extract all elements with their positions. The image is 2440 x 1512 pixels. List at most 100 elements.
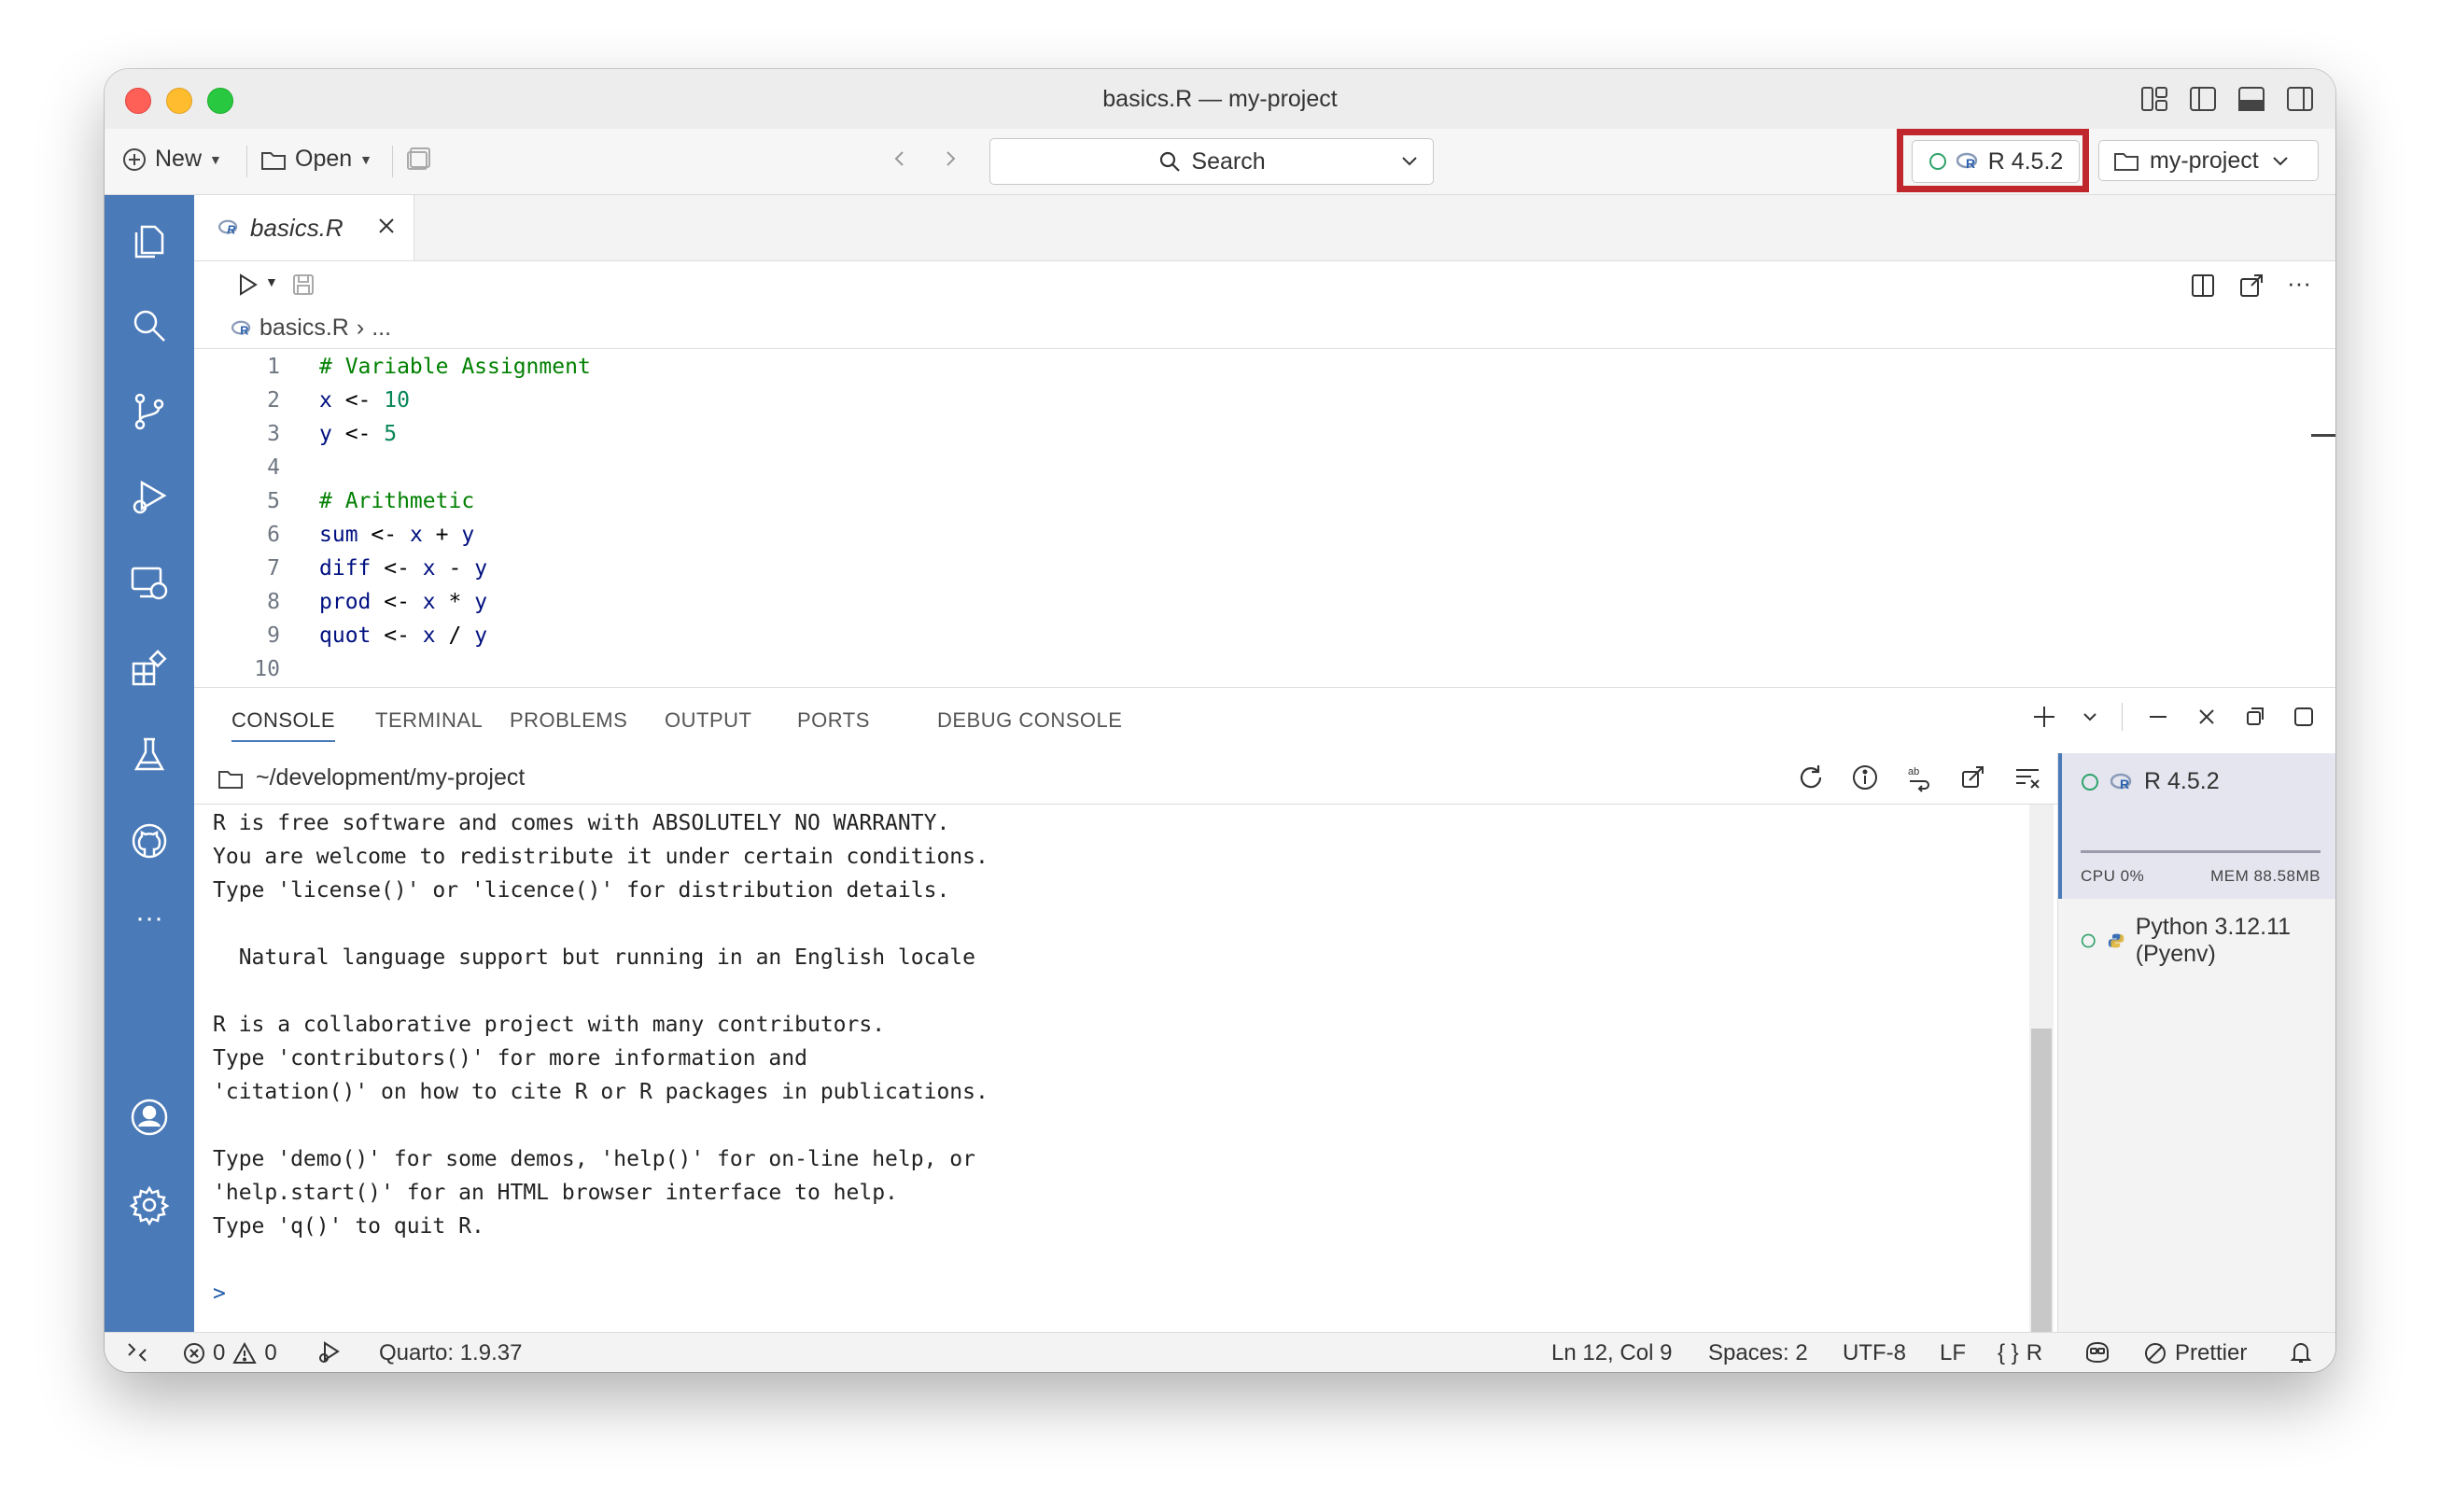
console-prompt[interactable]: >	[213, 1277, 226, 1310]
tab-terminal[interactable]: TERMINAL	[375, 708, 483, 733]
code-editor[interactable]: 1 # Variable Assignment 2 x <- 10 3 y <- 5 4 5 #…	[194, 350, 2335, 686]
scrollbar-thumb[interactable]	[2031, 1029, 2052, 1332]
end-of-line[interactable]: LF	[1940, 1340, 1966, 1366]
quarto-version[interactable]: Quarto: 1.9.37	[379, 1340, 522, 1366]
run-debug-icon[interactable]	[129, 477, 170, 518]
save-all-button[interactable]	[405, 146, 433, 172]
console-output[interactable]: R is free software and comes with ABSOLU…	[194, 805, 2029, 1332]
cursor-position[interactable]: Ln 12, Col 9	[1551, 1340, 1672, 1366]
session-python-label: Python 3.12.11 (Pyenv)	[2135, 914, 2292, 967]
github-icon[interactable]	[129, 820, 170, 861]
save-icon[interactable]	[291, 273, 316, 297]
notifications-bell-icon[interactable]	[2289, 1340, 2313, 1365]
command-center-search[interactable]: Search	[989, 138, 1434, 185]
new-label: New	[155, 146, 203, 172]
restart-icon[interactable]	[1796, 763, 1826, 792]
console-line: 'help.start()' for an HTML browser inter…	[213, 1181, 898, 1205]
code-token: quot	[319, 623, 372, 648]
line-content: # Arithmetic	[319, 484, 474, 518]
open-external-icon[interactable]	[2238, 273, 2265, 299]
customize-layout-icon[interactable]	[2139, 84, 2169, 114]
console-scrollbar[interactable]	[2029, 805, 2054, 1332]
account-icon[interactable]	[129, 1097, 170, 1138]
project-selector[interactable]: my-project	[2098, 140, 2319, 181]
close-tab-icon[interactable]	[374, 214, 399, 238]
search-icon[interactable]	[129, 305, 170, 346]
code-line[interactable]: 2 x <- 10	[194, 384, 2335, 417]
open-button[interactable]: Open ▼	[259, 146, 372, 173]
breadcrumb-file[interactable]: basics.R	[259, 315, 349, 342]
run-options-chevron-icon[interactable]: ▼	[265, 274, 278, 289]
prettier-icon	[2145, 1343, 2166, 1364]
code-line[interactable]: 3 y <- 5	[194, 417, 2335, 451]
copilot-status[interactable]	[2083, 1340, 2111, 1365]
new-console-plus-icon[interactable]	[2030, 703, 2058, 731]
settings-gear-icon[interactable]	[129, 1184, 170, 1225]
extensions-icon[interactable]	[129, 649, 170, 690]
toggle-panel-icon[interactable]	[2237, 84, 2266, 114]
console-line: Type 'license()' or 'licence()' for dist…	[213, 878, 950, 903]
remote-explorer-icon[interactable]	[129, 563, 170, 604]
sessions-pane: R R 4.5.2 CPU 0% MEM 88.58MB Python 3.12…	[2057, 753, 2335, 1332]
console-line: R is a collaborative project with many c…	[213, 1013, 886, 1037]
debug-status[interactable]	[317, 1340, 342, 1365]
tab-problems[interactable]: PROBLEMS	[510, 708, 627, 733]
split-editor-icon[interactable]	[2190, 273, 2216, 299]
new-console-chevron-icon[interactable]	[2081, 707, 2099, 726]
explorer-icon[interactable]	[129, 221, 170, 262]
new-button[interactable]: New ▼	[121, 146, 222, 173]
console-line: 'citation()' on how to cite R or R packa…	[213, 1080, 989, 1104]
breadcrumb-symbols[interactable]: ...	[372, 315, 391, 342]
run-icon[interactable]	[235, 273, 259, 297]
info-icon[interactable]	[1850, 763, 1880, 792]
code-line[interactable]: 4	[194, 451, 2335, 484]
session-python[interactable]: Python 3.12.11 (Pyenv)	[2081, 914, 2335, 968]
chevron-down-icon: ▼	[209, 151, 222, 167]
code-line[interactable]: 1 # Variable Assignment	[194, 350, 2335, 384]
line-number: 10	[254, 657, 280, 681]
tab-console[interactable]: CONSOLE	[231, 708, 336, 742]
line-number: 8	[267, 590, 280, 614]
encoding[interactable]: UTF-8	[1843, 1340, 1906, 1366]
problems-indicator[interactable]: 0 0	[183, 1340, 277, 1366]
word-wrap-icon[interactable]: ab	[1904, 763, 1934, 792]
console-line: Type 'contributors()' for more informati…	[213, 1046, 807, 1071]
language-mode[interactable]: { } R	[1998, 1340, 2042, 1366]
console-working-directory[interactable]: ~/development/my-project	[217, 764, 525, 791]
indentation[interactable]: Spaces: 2	[1708, 1340, 1808, 1366]
remote-indicator[interactable]	[125, 1340, 149, 1365]
tab-basics-r[interactable]: R basics.R	[194, 195, 414, 260]
code-token: prod	[319, 590, 372, 614]
more-actions-icon[interactable]: ···	[2287, 269, 2311, 298]
code-line[interactable]: 8 prod <- x * y	[194, 585, 2335, 619]
prettier-status[interactable]: Prettier	[2143, 1340, 2247, 1366]
session-r[interactable]: R R 4.5.2 CPU 0% MEM 88.58MB	[2058, 753, 2335, 899]
tab-debug-console[interactable]: DEBUG CONSOLE	[937, 708, 1122, 733]
restore-panel-icon[interactable]	[2242, 704, 2268, 730]
code-line[interactable]: 5 # Arithmetic	[194, 484, 2335, 518]
tab-output[interactable]: OUTPUT	[665, 708, 751, 733]
clear-console-icon[interactable]	[2012, 763, 2042, 792]
code-token: *	[435, 590, 475, 614]
back-button[interactable]	[890, 146, 909, 172]
testing-icon[interactable]	[129, 735, 170, 776]
highlight-annotation	[1897, 129, 2089, 192]
code-line[interactable]: 10	[194, 652, 2335, 686]
code-line[interactable]: 7 diff <- x - y	[194, 552, 2335, 585]
language-label: R	[2026, 1340, 2043, 1365]
maximize-panel-icon[interactable]	[2291, 704, 2317, 730]
source-control-icon[interactable]	[129, 391, 170, 432]
code-token: 10	[384, 388, 410, 413]
toggle-primary-sidebar-icon[interactable]	[2188, 84, 2218, 114]
forward-button[interactable]	[941, 146, 960, 172]
code-line[interactable]: 6 sum <- x + y	[194, 518, 2335, 552]
minimize-panel-icon[interactable]	[2145, 704, 2171, 730]
tab-ports[interactable]: PORTS	[797, 708, 870, 733]
close-panel-icon[interactable]	[2194, 704, 2220, 730]
code-token: # Variable Assignment	[319, 355, 591, 379]
code-line[interactable]: 9 quot <- x / y	[194, 619, 2335, 652]
open-in-editor-icon[interactable]	[1958, 763, 1988, 792]
toggle-secondary-sidebar-icon[interactable]	[2285, 84, 2315, 114]
code-token: -	[435, 556, 475, 581]
more-icon[interactable]: ···	[129, 903, 170, 944]
